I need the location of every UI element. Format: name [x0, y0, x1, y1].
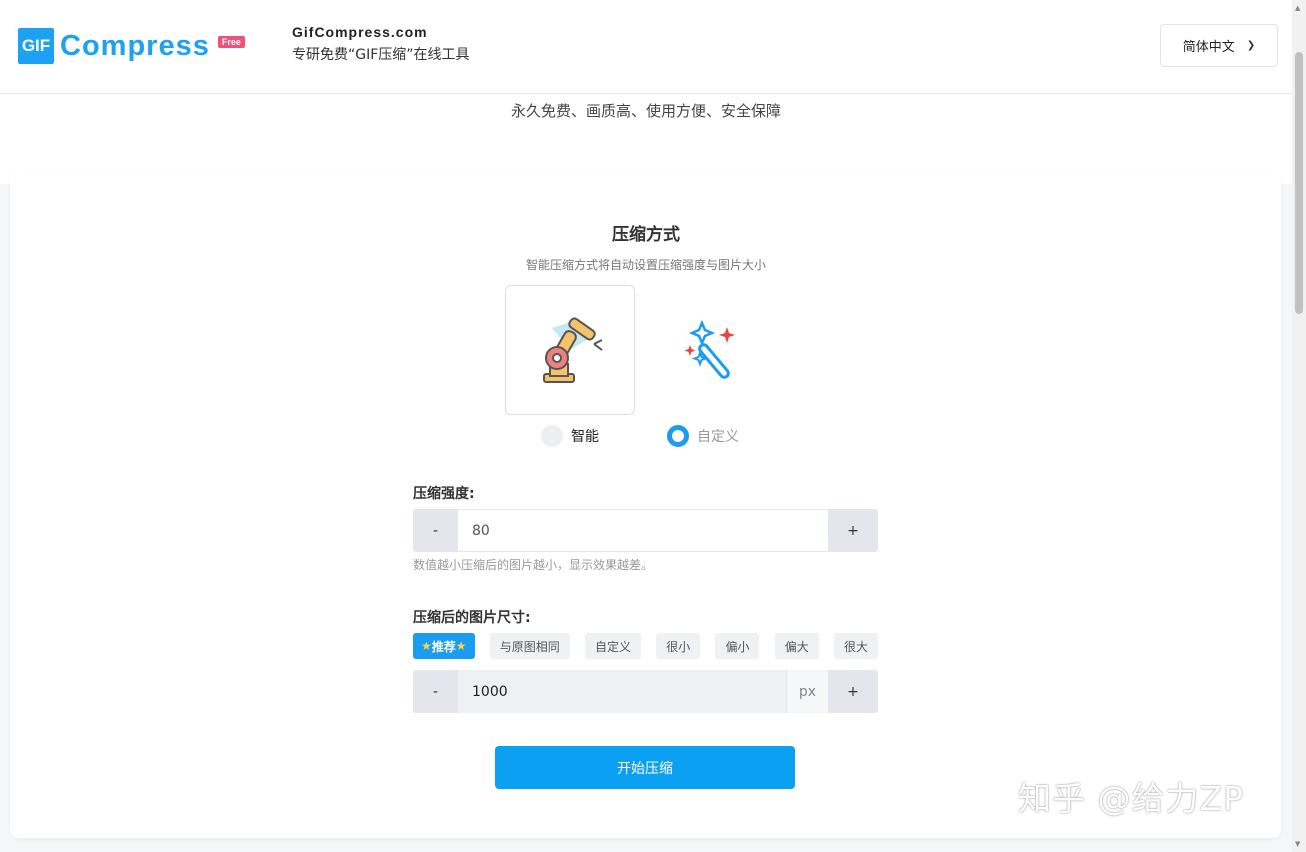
size-label: 压缩后的图片尺寸: [413, 610, 531, 626]
size-increase-button[interactable]: + [828, 670, 878, 713]
free-badge: Free [217, 36, 245, 48]
start-compress-button[interactable]: 开始压缩 [495, 746, 795, 789]
robot-arm-icon [543, 317, 603, 383]
watermark: 知乎 @给力ZP [1018, 779, 1244, 818]
radio-custom-circle[interactable] [667, 425, 689, 447]
mode-title: 压缩方式 [612, 225, 680, 245]
slogan: 永久免费、画质高、使用方便、安全保障 [510, 102, 781, 120]
logo-wordmark: Compress [60, 29, 210, 62]
site-domain: GifCompress.com [292, 24, 428, 40]
strength-stepper: - 80 + [413, 509, 878, 552]
logo-mark: GIF [18, 28, 54, 64]
radio-smart[interactable]: 智能 [541, 425, 599, 447]
site-tagline: 专研免费“GIF压缩”在线工具 [292, 47, 470, 63]
radio-custom-label: 自定义 [697, 429, 739, 445]
site-logo[interactable]: GIF Compress Free [18, 28, 245, 64]
strength-decrease-button[interactable]: - [413, 509, 458, 552]
preset-large[interactable]: 偏大 [774, 633, 819, 659]
size-unit: px [786, 670, 828, 713]
preset-recommended[interactable]: ★ 推荐 ★ [413, 633, 475, 659]
site-info: GifCompress.com 专研免费“GIF压缩”在线工具 [292, 24, 470, 64]
scroll-up-icon[interactable]: ▲ [1295, 4, 1300, 12]
magic-wand-icon [684, 319, 735, 379]
scrollbar-thumb[interactable] [1295, 52, 1303, 314]
strength-increase-button[interactable]: + [828, 509, 878, 552]
star-icon: ★ [421, 639, 432, 653]
mode-card-smart[interactable] [505, 285, 635, 415]
mode-card-custom[interactable] [650, 285, 780, 415]
site-header: GIF Compress Free GifCompress.com 专研免费“G… [0, 0, 1292, 94]
radio-smart-circle[interactable] [541, 425, 563, 447]
preset-recommended-label: 推荐 [431, 639, 456, 654]
language-select[interactable]: 简体中文 ❯ [1160, 24, 1278, 67]
preset-original[interactable]: 与原图相同 [489, 633, 570, 659]
size-input[interactable]: 1000 [458, 670, 786, 713]
radio-custom[interactable]: 自定义 [667, 425, 739, 447]
preset-custom[interactable]: 自定义 [585, 633, 642, 659]
strength-input[interactable]: 80 [458, 509, 828, 552]
preset-very-small[interactable]: 很小 [656, 633, 701, 659]
star-icon: ★ [455, 639, 467, 653]
mode-description: 智能压缩方式将自动设置压缩强度与图片大小 [525, 258, 766, 272]
strength-label: 压缩强度: [413, 486, 475, 502]
size-stepper: - 1000 px + [413, 670, 878, 713]
chevron-down-icon: ❯ [1246, 40, 1256, 51]
scroll-down-icon[interactable]: ▼ [1295, 840, 1300, 848]
strength-hint: 数值越小压缩后的图片越小，显示效果越差。 [413, 558, 654, 572]
size-presets: ★ 推荐 ★ 与原图相同 自定义 很小 偏小 偏大 很大 [413, 633, 878, 659]
language-label: 简体中文 [1182, 40, 1235, 55]
radio-smart-label: 智能 [571, 429, 599, 445]
page-scrollbar[interactable]: ▲ ▼ [1292, 0, 1306, 852]
size-decrease-button[interactable]: - [413, 670, 458, 713]
preset-small[interactable]: 偏小 [715, 633, 760, 659]
preset-very-large[interactable]: 很大 [833, 633, 878, 659]
